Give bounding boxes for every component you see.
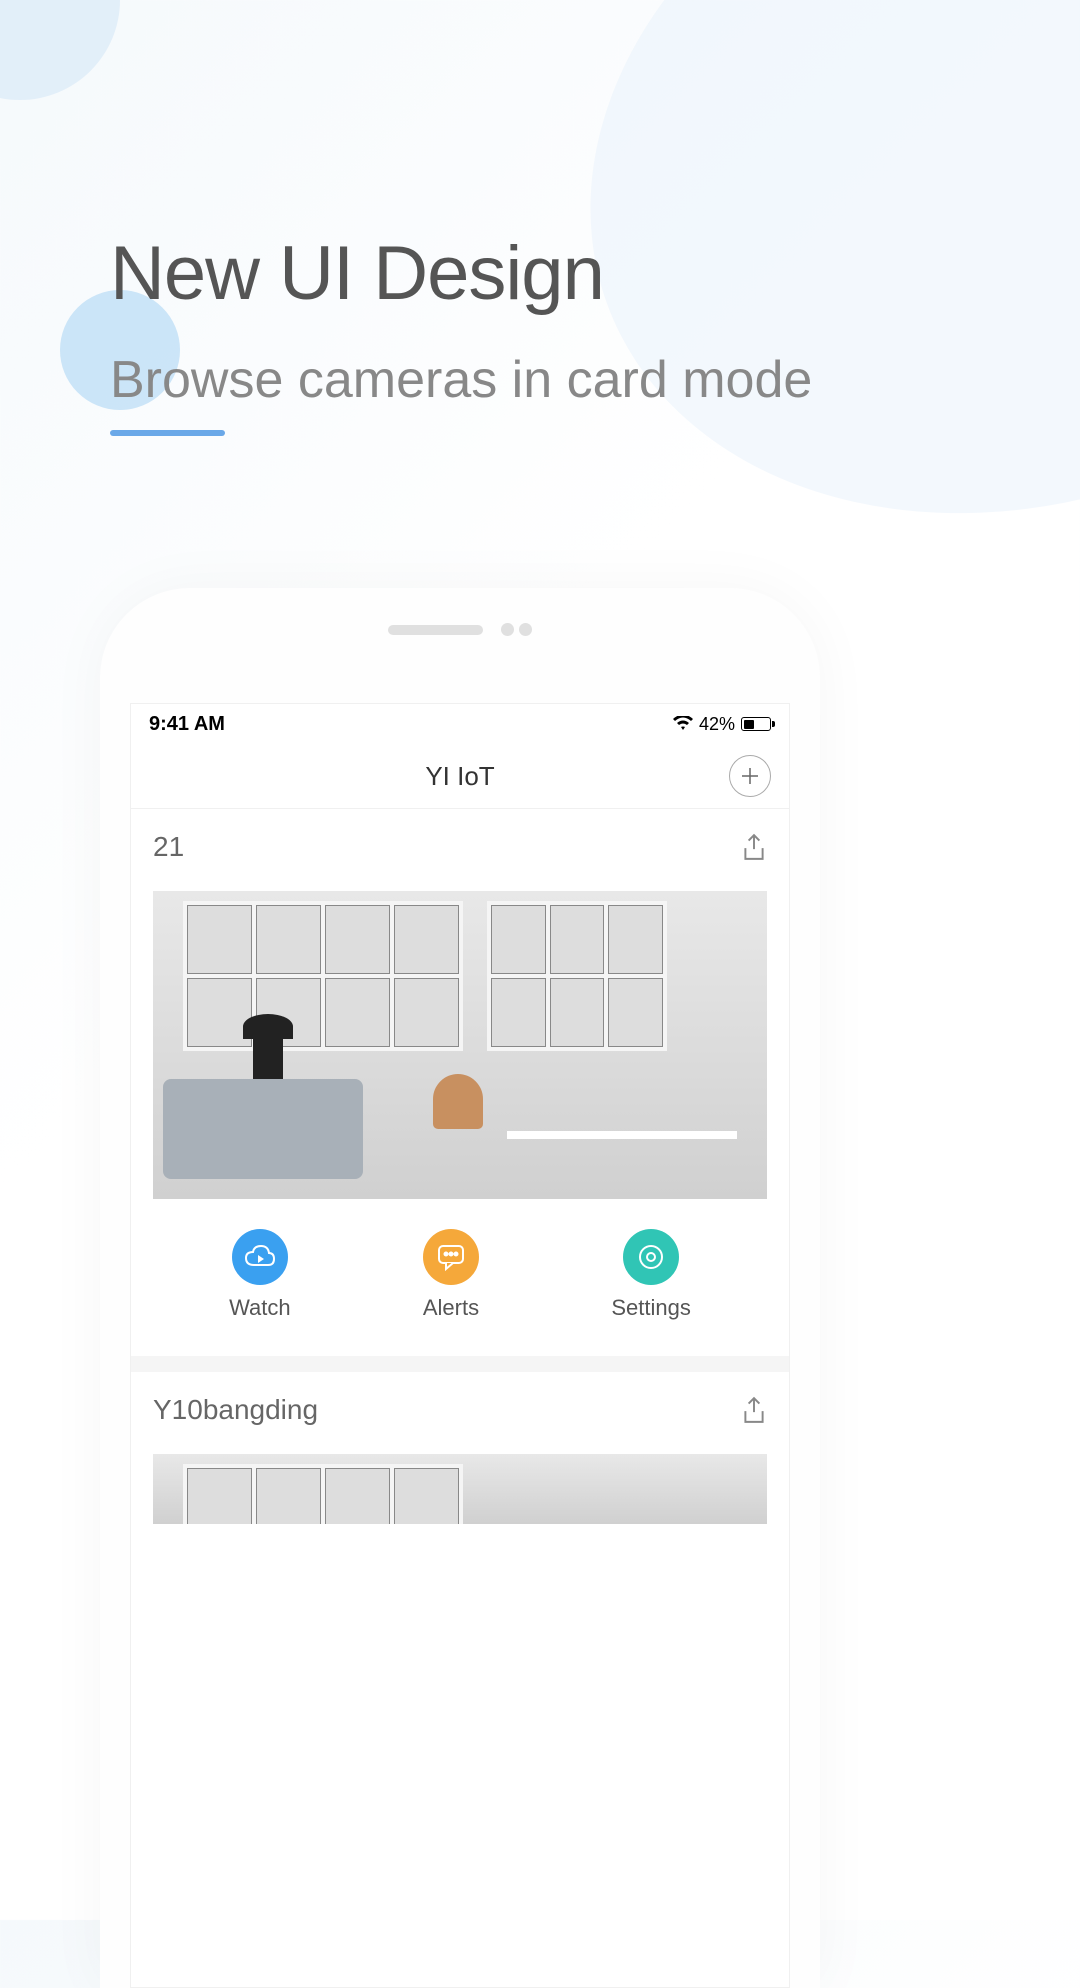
- phone-screen: 9:41 AM 42% YI IoT: [130, 703, 790, 1988]
- camera-preview[interactable]: [153, 891, 767, 1199]
- card-actions: Watch Alerts: [153, 1199, 767, 1356]
- camera-dots: [501, 623, 532, 636]
- room-scene: [153, 891, 767, 1199]
- watch-label: Watch: [229, 1295, 291, 1321]
- settings-label: Settings: [611, 1295, 691, 1321]
- chair-prop: [433, 1074, 483, 1129]
- camera-name: 21: [153, 831, 184, 863]
- settings-button[interactable]: Settings: [611, 1229, 691, 1321]
- camera-dot: [501, 623, 514, 636]
- hero-section: New UI Design Browse cameras in card mod…: [0, 0, 1080, 436]
- wifi-icon: [673, 716, 693, 732]
- hero-underline: [110, 430, 225, 436]
- camera-card: Y10bangding: [131, 1372, 789, 1524]
- window-left: [183, 1464, 463, 1524]
- plus-icon: [740, 766, 760, 786]
- card-divider: [131, 1356, 789, 1372]
- app-header: YI IoT: [131, 744, 789, 809]
- window-right: [487, 901, 667, 1051]
- hero-subtitle: Browse cameras in card mode: [110, 347, 970, 415]
- hero-title: New UI Design: [110, 230, 970, 317]
- status-time: 9:41 AM: [149, 713, 225, 736]
- speaker-bar: [388, 625, 483, 635]
- alerts-button[interactable]: Alerts: [423, 1229, 479, 1321]
- battery-icon: [741, 717, 771, 731]
- phone-speaker: [388, 623, 532, 636]
- camera-card: 21: [131, 809, 789, 1372]
- gear-icon: [623, 1229, 679, 1285]
- watch-button[interactable]: Watch: [229, 1229, 291, 1321]
- camera-dot: [519, 623, 532, 636]
- camera-name: Y10bangding: [153, 1394, 318, 1426]
- card-header: Y10bangding: [153, 1394, 767, 1426]
- app-title: YI IoT: [425, 761, 494, 792]
- camera-preview[interactable]: [153, 1454, 767, 1524]
- window-left: [183, 901, 463, 1051]
- status-right: 42%: [673, 714, 771, 735]
- table-prop: [507, 1131, 737, 1139]
- alerts-label: Alerts: [423, 1295, 479, 1321]
- battery-fill: [744, 720, 755, 729]
- lamp-prop: [253, 1039, 283, 1079]
- battery-percentage: 42%: [699, 714, 735, 735]
- sofa-prop: [163, 1079, 363, 1179]
- share-icon[interactable]: [741, 1396, 767, 1424]
- card-header: 21: [153, 831, 767, 863]
- room-scene: [153, 1454, 767, 1524]
- add-camera-button[interactable]: [729, 755, 771, 797]
- share-icon[interactable]: [741, 833, 767, 861]
- phone-mockup: 9:41 AM 42% YI IoT: [100, 588, 820, 1988]
- status-bar: 9:41 AM 42%: [131, 704, 789, 744]
- cloud-play-icon: [232, 1229, 288, 1285]
- chat-icon: [423, 1229, 479, 1285]
